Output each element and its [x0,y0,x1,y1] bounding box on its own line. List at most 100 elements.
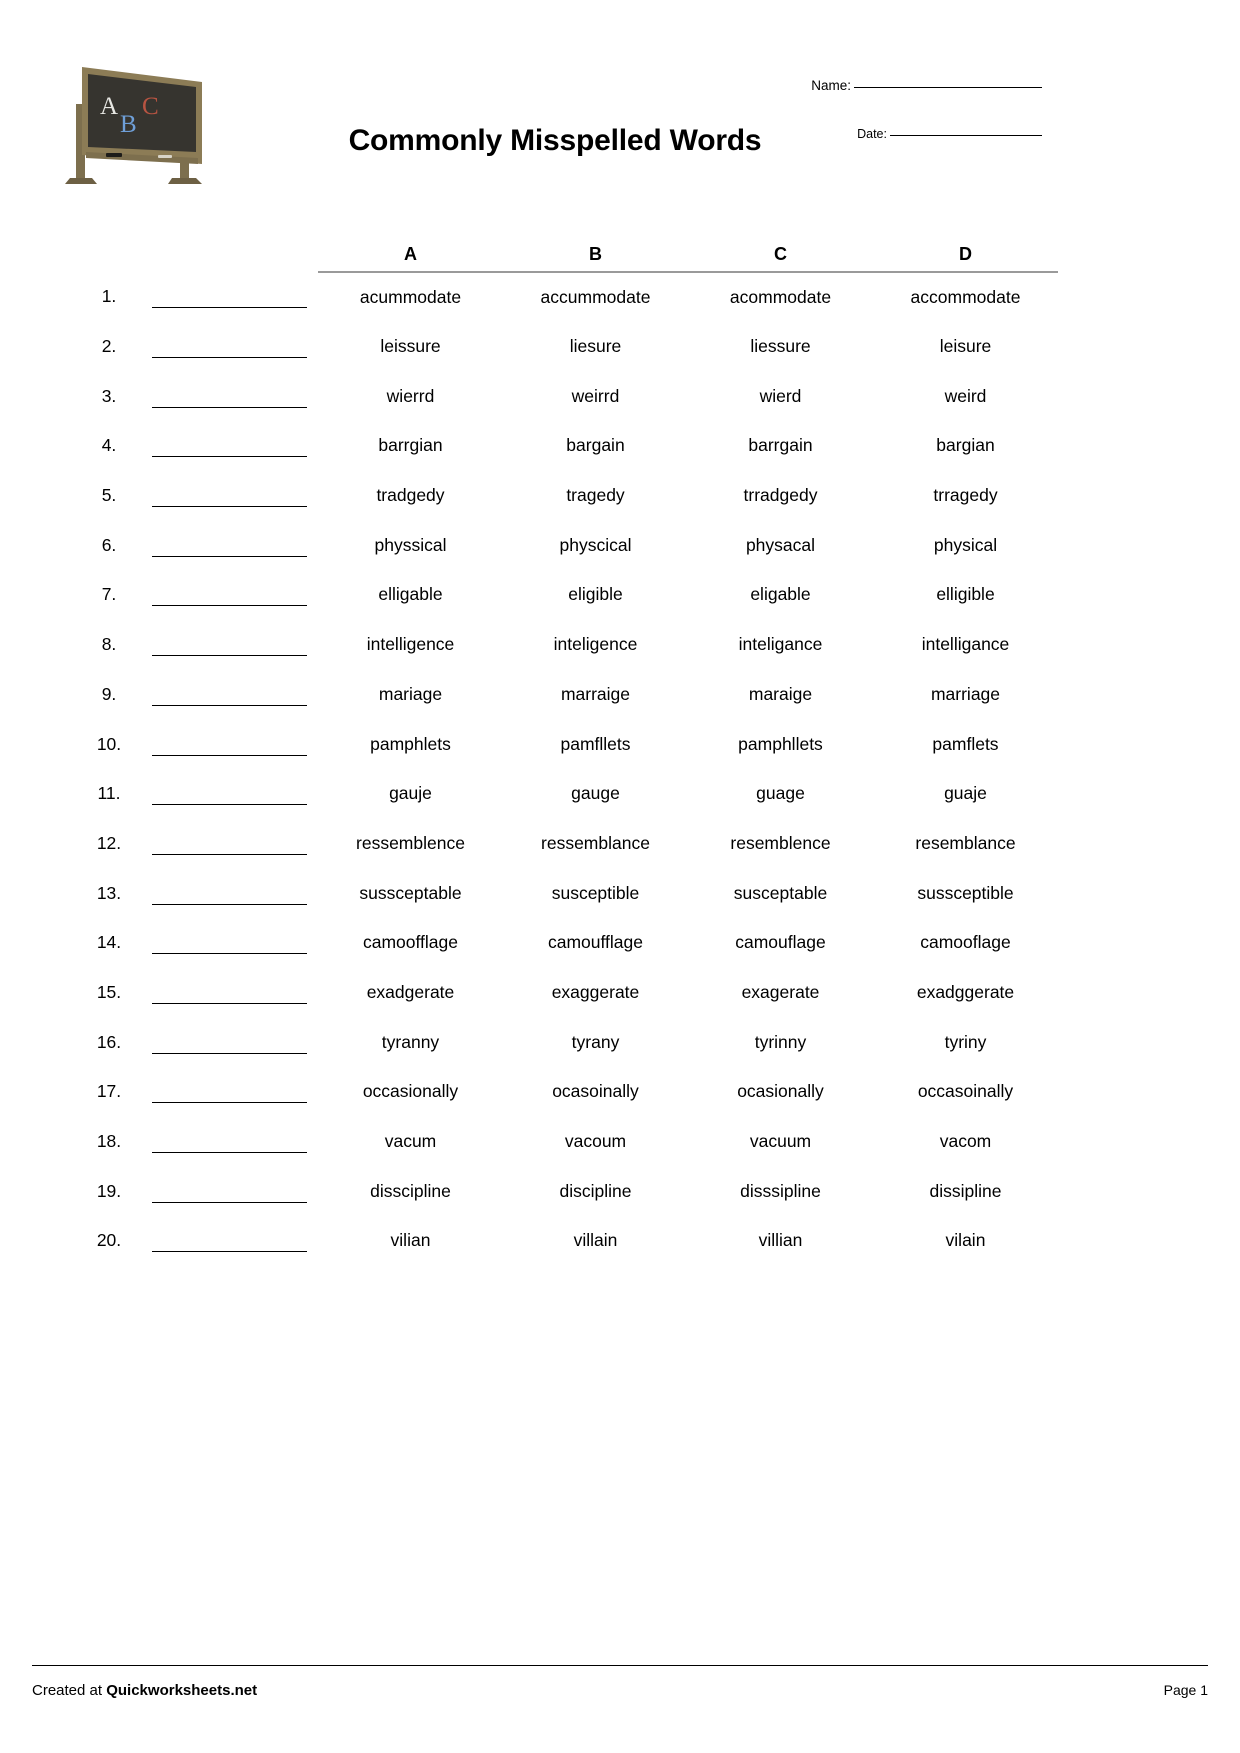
option-cell-c[interactable]: exagerate [688,968,873,1018]
option-cell-c[interactable]: physacal [688,520,873,570]
option-cell-d[interactable]: accommodate [873,272,1058,322]
option-cell-b[interactable]: inteligence [503,620,688,670]
name-input-line[interactable] [854,87,1042,88]
option-cell-d[interactable]: marriage [873,670,1058,720]
option-cell-c[interactable]: disssipline [688,1166,873,1216]
answer-blank-cell[interactable] [140,1166,318,1216]
option-cell-b[interactable]: susceptible [503,868,688,918]
answer-blank-line[interactable] [151,357,307,359]
footer-brand-link[interactable]: Quickworksheets.net [106,1682,257,1699]
option-cell-a[interactable]: wierrd [318,371,503,421]
answer-blank-cell[interactable] [140,272,318,322]
option-cell-d[interactable]: pamflets [873,719,1058,769]
option-cell-d[interactable]: tyriny [873,1017,1058,1067]
option-cell-c[interactable]: maraige [688,670,873,720]
answer-blank-line[interactable] [151,506,307,508]
option-cell-a[interactable]: barrgian [318,421,503,471]
option-cell-a[interactable]: elligable [318,570,503,620]
option-cell-b[interactable]: camoufflage [503,918,688,968]
answer-blank-cell[interactable] [140,421,318,471]
option-cell-c[interactable]: resemblence [688,819,873,869]
option-cell-d[interactable]: physical [873,520,1058,570]
option-cell-b[interactable]: marraige [503,670,688,720]
option-cell-c[interactable]: pamphllets [688,719,873,769]
option-cell-b[interactable]: ressemblance [503,819,688,869]
answer-blank-cell[interactable] [140,1017,318,1067]
answer-blank-line[interactable] [151,1251,307,1253]
option-cell-d[interactable]: guaje [873,769,1058,819]
option-cell-b[interactable]: gauge [503,769,688,819]
answer-blank-line[interactable] [151,655,307,657]
option-cell-a[interactable]: gauje [318,769,503,819]
option-cell-d[interactable]: vacom [873,1117,1058,1167]
option-cell-b[interactable]: villain [503,1216,688,1266]
option-cell-a[interactable]: intelligence [318,620,503,670]
answer-blank-cell[interactable] [140,918,318,968]
option-cell-b[interactable]: pamfllets [503,719,688,769]
option-cell-a[interactable]: exadgerate [318,968,503,1018]
option-cell-d[interactable]: vilain [873,1216,1058,1266]
answer-blank-cell[interactable] [140,371,318,421]
option-cell-a[interactable]: vilian [318,1216,503,1266]
answer-blank-line[interactable] [151,555,307,557]
option-cell-b[interactable]: weirrd [503,371,688,421]
answer-blank-cell[interactable] [140,670,318,720]
answer-blank-line[interactable] [151,1201,307,1203]
option-cell-a[interactable]: mariage [318,670,503,720]
option-cell-d[interactable]: leisure [873,322,1058,372]
option-cell-a[interactable]: acummodate [318,272,503,322]
option-cell-d[interactable]: weird [873,371,1058,421]
option-cell-d[interactable]: trragedy [873,471,1058,521]
option-cell-c[interactable]: vacuum [688,1117,873,1167]
answer-blank-line[interactable] [151,704,307,706]
option-cell-b[interactable]: discipline [503,1166,688,1216]
option-cell-c[interactable]: susceptable [688,868,873,918]
answer-blank-line[interactable] [151,804,307,806]
answer-blank-cell[interactable] [140,769,318,819]
option-cell-d[interactable]: elligible [873,570,1058,620]
answer-blank-cell[interactable] [140,719,318,769]
answer-blank-line[interactable] [151,853,307,855]
answer-blank-cell[interactable] [140,570,318,620]
option-cell-d[interactable]: dissipline [873,1166,1058,1216]
option-cell-a[interactable]: tyranny [318,1017,503,1067]
option-cell-b[interactable]: eligible [503,570,688,620]
option-cell-a[interactable]: physsical [318,520,503,570]
option-cell-a[interactable]: camoofflage [318,918,503,968]
option-cell-c[interactable]: ocasionally [688,1067,873,1117]
option-cell-d[interactable]: intelligance [873,620,1058,670]
option-cell-c[interactable]: camouflage [688,918,873,968]
answer-blank-cell[interactable] [140,819,318,869]
answer-blank-line[interactable] [151,903,307,905]
option-cell-c[interactable]: eligable [688,570,873,620]
option-cell-a[interactable]: leissure [318,322,503,372]
option-cell-d[interactable]: resemblance [873,819,1058,869]
option-cell-b[interactable]: exaggerate [503,968,688,1018]
date-input-line[interactable] [890,135,1042,136]
answer-blank-line[interactable] [151,456,307,458]
option-cell-a[interactable]: disscipline [318,1166,503,1216]
answer-blank-cell[interactable] [140,1067,318,1117]
answer-blank-line[interactable] [151,605,307,607]
option-cell-d[interactable]: bargian [873,421,1058,471]
option-cell-d[interactable]: sussceptible [873,868,1058,918]
answer-blank-cell[interactable] [140,471,318,521]
option-cell-c[interactable]: villian [688,1216,873,1266]
answer-blank-line[interactable] [151,1002,307,1004]
option-cell-d[interactable]: exadggerate [873,968,1058,1018]
option-cell-d[interactable]: occasoinally [873,1067,1058,1117]
option-cell-c[interactable]: inteligance [688,620,873,670]
answer-blank-line[interactable] [151,754,307,756]
option-cell-c[interactable]: acommodate [688,272,873,322]
option-cell-a[interactable]: vacum [318,1117,503,1167]
answer-blank-cell[interactable] [140,322,318,372]
option-cell-b[interactable]: accummodate [503,272,688,322]
option-cell-b[interactable]: ocasoinally [503,1067,688,1117]
option-cell-c[interactable]: wierd [688,371,873,421]
option-cell-a[interactable]: tradgedy [318,471,503,521]
option-cell-d[interactable]: camooflage [873,918,1058,968]
answer-blank-line[interactable] [151,406,307,408]
answer-blank-cell[interactable] [140,620,318,670]
option-cell-c[interactable]: barrgain [688,421,873,471]
answer-blank-line[interactable] [151,953,307,955]
